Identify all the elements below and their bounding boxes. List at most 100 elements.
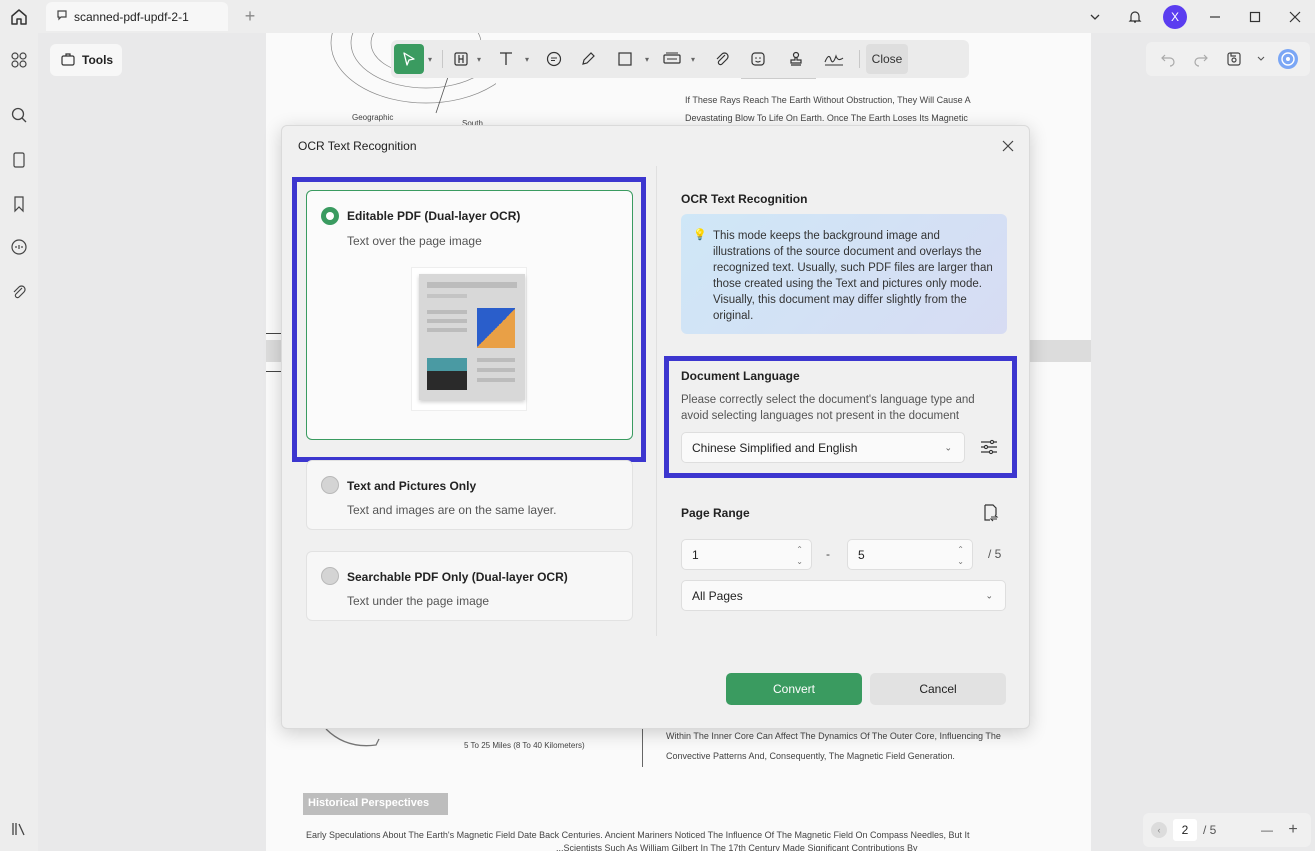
minimize-icon[interactable] (1195, 0, 1235, 33)
figure-label-geographic: Geographic (352, 113, 394, 122)
option-title: Editable PDF (Dual-layer OCR) (347, 209, 521, 223)
doc-line-3: Within The Inner Core Can Affect The Dyn… (666, 731, 1001, 741)
page-total: / 5 (988, 547, 1002, 561)
doc-line-5: Early Speculations About The Earth's Mag… (306, 830, 970, 840)
left-sidebar (0, 33, 38, 851)
ai-assistant-icon[interactable] (1276, 47, 1300, 71)
stepper-arrows[interactable]: ⌃ ⌄ (796, 544, 803, 568)
edit-toolbar: ▾ ▾ ▾ ▾ ▾ Close (391, 40, 969, 78)
zoom-out-button[interactable]: — (1257, 823, 1277, 837)
notification-bell-icon[interactable] (1115, 0, 1155, 33)
home-icon[interactable] (8, 6, 30, 28)
total-pages: / 5 (1203, 823, 1217, 837)
pages-icon[interactable] (8, 149, 30, 171)
page-from-input[interactable]: 1 ⌃ ⌄ (681, 539, 812, 570)
pencil-tool-button[interactable] (571, 44, 605, 74)
previous-page-button[interactable]: ‹ (1151, 822, 1167, 838)
library-icon[interactable] (8, 818, 30, 840)
ocr-mode-editable-pdf[interactable]: Editable PDF (Dual-layer OCR) Text over … (306, 190, 633, 440)
chevron-down-icon: ⌄ (944, 442, 952, 452)
stamp-icon (790, 51, 802, 66)
new-tab-button[interactable]: + (240, 6, 260, 26)
stamp-tool-button[interactable] (657, 44, 687, 74)
close-dialog-button[interactable] (999, 137, 1017, 155)
comment-tool-button[interactable] (537, 44, 571, 74)
stamp-dropdown[interactable]: ▾ (687, 55, 699, 64)
current-page-input[interactable]: 2 (1173, 819, 1197, 841)
page-to-value: 5 (858, 547, 865, 562)
ocr-mode-text-and-pictures[interactable]: Text and Pictures Only Text and images a… (306, 460, 633, 530)
highlight-dropdown[interactable]: ▾ (473, 55, 485, 64)
attach-tool-button[interactable] (705, 44, 739, 74)
column-separator (656, 166, 657, 636)
doc-line-6: ...Scientists Such As William Gilbert In… (556, 843, 918, 851)
stepper-arrows[interactable]: ⌃ ⌄ (957, 544, 964, 568)
select-tool-button[interactable] (394, 44, 424, 74)
close-toolbar-button[interactable]: Close (866, 44, 908, 74)
highlight-tool-button[interactable] (449, 44, 473, 74)
document-language-title: Document Language (681, 369, 800, 383)
chevron-down-icon[interactable] (1075, 0, 1115, 33)
page-edge-mark (266, 371, 282, 372)
comment-bubble-icon (546, 51, 562, 67)
radio-selected[interactable] (321, 207, 339, 225)
cancel-button[interactable]: Cancel (870, 673, 1006, 705)
avatar: X (1163, 4, 1187, 29)
dialog-title: OCR Text Recognition (298, 139, 417, 153)
convert-button[interactable]: Convert (726, 673, 862, 705)
paperclip-icon (716, 52, 729, 66)
figure-label-miles: 5 To 25 Miles (8 To 40 Kilometers) (464, 741, 585, 750)
page-range-switch-button[interactable] (980, 503, 1002, 525)
sticker-icon (751, 52, 765, 66)
document-preview-illustration (411, 267, 527, 411)
doc-line-1: If These Rays Reach The Earth Without Ob… (685, 95, 971, 105)
undo-icon[interactable] (1156, 47, 1180, 71)
save-dropdown[interactable] (1255, 47, 1267, 71)
select-tool-dropdown[interactable]: ▾ (424, 55, 436, 64)
page-from-value: 1 (692, 547, 699, 562)
attachment-icon[interactable] (8, 281, 30, 303)
comments-icon[interactable] (8, 236, 30, 258)
option-subtitle: Text and images are on the same layer. (347, 503, 557, 517)
form-field-icon (663, 52, 681, 64)
separator (442, 50, 443, 68)
text-tool-dropdown[interactable]: ▾ (521, 55, 533, 64)
tools-button[interactable]: Tools (50, 44, 122, 76)
page-subset-select[interactable]: All Pages ⌄ (681, 580, 1006, 611)
document-language-select[interactable]: Chinese Simplified and English ⌄ (681, 432, 965, 463)
comment-icon (56, 9, 68, 24)
maximize-icon[interactable] (1235, 0, 1275, 33)
save-icon[interactable] (1222, 47, 1246, 71)
section-heading: Historical Perspectives (308, 797, 430, 809)
shape-dropdown[interactable]: ▾ (641, 55, 653, 64)
shape-tool-button[interactable] (609, 44, 641, 74)
user-avatar-button[interactable]: X (1155, 0, 1195, 33)
zoom-in-button[interactable]: + (1283, 821, 1303, 839)
option-subtitle: Text under the page image (347, 594, 490, 608)
sticker-tool-button[interactable] (739, 44, 777, 74)
pencil-icon (582, 52, 595, 65)
sliders-icon (981, 439, 997, 455)
lightbulb-icon: 💡 (693, 229, 707, 241)
close-window-icon[interactable] (1275, 0, 1315, 33)
chevron-down-icon: ⌄ (985, 590, 993, 600)
option-subtitle: Text over the page image (347, 234, 482, 248)
language-settings-button[interactable] (979, 437, 1001, 459)
radio-unselected[interactable] (321, 476, 339, 494)
search-icon[interactable] (8, 104, 30, 126)
radio-unselected[interactable] (321, 567, 339, 585)
core-figure (325, 728, 380, 747)
text-tool-button[interactable] (491, 44, 521, 74)
signature-tool-button[interactable] (815, 44, 853, 74)
bookmark-icon[interactable] (8, 193, 30, 215)
ocr-mode-searchable-pdf[interactable]: Searchable PDF Only (Dual-layer OCR) Tex… (306, 551, 633, 621)
tools-panel: Tools (40, 33, 266, 851)
apps-grid-icon[interactable] (8, 49, 30, 71)
ocr-dialog: OCR Text Recognition Editable PDF (Dual-… (281, 125, 1030, 729)
close-icon (1002, 140, 1014, 152)
right-toolbar (1146, 42, 1310, 76)
document-tab[interactable]: scanned-pdf-updf-2-1 (46, 2, 228, 31)
redo-icon[interactable] (1189, 47, 1213, 71)
page-to-input[interactable]: 5 ⌃ ⌄ (847, 539, 973, 570)
stamp-button[interactable] (777, 44, 815, 74)
